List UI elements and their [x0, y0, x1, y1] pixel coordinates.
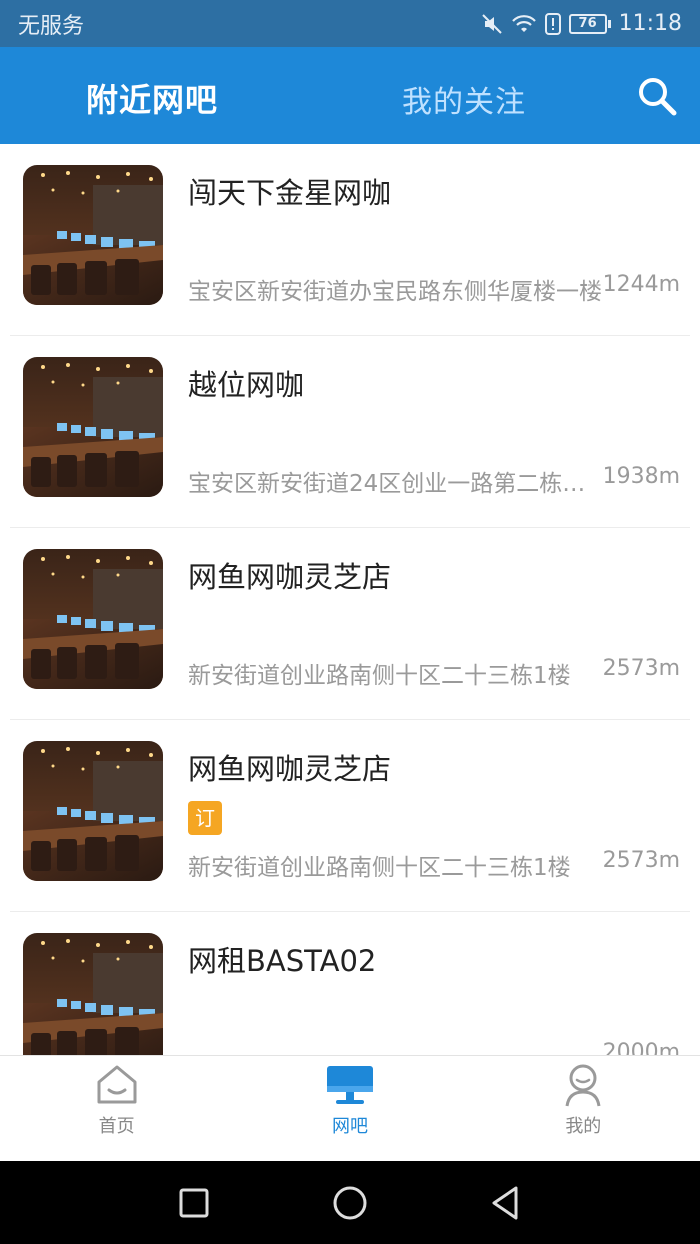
cafe-name: 闯天下金星网咖 [188, 176, 392, 210]
nav-cafes-label: 网吧 [331, 1116, 368, 1137]
list-item[interactable]: 网租BASTA02 2000m [10, 912, 690, 1055]
cafe-distance: 1938m [602, 464, 680, 489]
carrier-label: 无服务 [18, 13, 85, 39]
cafe-address: 宝安区新安街道办宝民路东侧华厦楼一楼 [188, 279, 602, 305]
nav-cafes[interactable]: 网吧 [233, 1056, 466, 1161]
clock: 11:18 [618, 11, 682, 36]
home-system-button[interactable] [330, 1183, 370, 1223]
circle-icon [333, 1186, 367, 1220]
cafe-name: 网鱼网咖灵芝店 [188, 752, 392, 786]
cafe-name: 越位网咖 [188, 368, 305, 402]
square-icon [179, 1188, 209, 1218]
search-button[interactable] [636, 75, 678, 117]
user-icon [565, 1064, 601, 1107]
app-header: 附近网吧 我的关注 [0, 47, 700, 144]
cafe-name: 网鱼网咖灵芝店 [188, 560, 392, 594]
cafe-address: 新安街道创业路南侧十区二十三栋1楼 [188, 663, 571, 689]
cafe-thumbnail [23, 933, 163, 1055]
cafe-distance: 1244m [602, 272, 680, 297]
cafe-name: 网租BASTA02 [188, 944, 377, 978]
home-icon [97, 1065, 137, 1104]
alert-icon [544, 12, 561, 35]
nav-home-label: 首页 [98, 1116, 135, 1137]
cafe-thumbnail [23, 741, 163, 881]
cafe-thumbnail [23, 357, 163, 497]
battery-level: 76 [568, 13, 607, 34]
cafe-list: 闯天下金星网咖 宝安区新安街道办宝民路东侧华厦楼一楼 1244m 越位网咖 宝安… [0, 144, 700, 1055]
cafe-thumbnail [23, 549, 163, 689]
list-item[interactable]: 越位网咖 宝安区新安街道24区创业一路第二栋二楼 1938m [10, 336, 690, 528]
status-icons: 76 11:18 [481, 11, 682, 36]
battery-icon: 76 [568, 13, 611, 34]
wifi-icon [511, 13, 537, 35]
status-bar: 无服务 76 11:18 [0, 0, 700, 47]
nav-me[interactable]: 我的 [467, 1056, 700, 1161]
tab-my-follows[interactable]: 我的关注 [402, 77, 526, 121]
back-triangle-icon [492, 1186, 518, 1220]
list-item[interactable]: 网鱼网咖灵芝店 新安街道创业路南侧十区二十三栋1楼 2573m [10, 528, 690, 720]
bottom-nav: 首页 网吧 我的 [0, 1055, 700, 1161]
booking-badge: 订 [188, 801, 222, 835]
nav-me-label: 我的 [565, 1116, 602, 1137]
recent-apps-button[interactable] [174, 1183, 214, 1223]
search-icon [639, 78, 677, 116]
cafe-address: 新安街道创业路南侧十区二十三栋1楼 [188, 855, 571, 881]
nav-home[interactable]: 首页 [0, 1056, 233, 1161]
monitor-icon [326, 1066, 373, 1104]
cafe-distance: 2000m [602, 1040, 680, 1055]
cafe-thumbnail [23, 165, 163, 305]
mute-icon [481, 13, 503, 35]
tab-nearby-cafes[interactable]: 附近网吧 [86, 75, 218, 121]
cafe-address: 宝安区新安街道24区创业一路第二栋二楼 [188, 471, 608, 497]
list-item[interactable]: 网鱼网咖灵芝店 订 新安街道创业路南侧十区二十三栋1楼 2573m [10, 720, 690, 912]
cafe-distance: 2573m [602, 656, 680, 681]
back-button[interactable] [486, 1183, 526, 1223]
list-item[interactable]: 闯天下金星网咖 宝安区新安街道办宝民路东侧华厦楼一楼 1244m [10, 144, 690, 336]
system-nav-bar [0, 1161, 700, 1244]
cafe-distance: 2573m [602, 848, 680, 873]
